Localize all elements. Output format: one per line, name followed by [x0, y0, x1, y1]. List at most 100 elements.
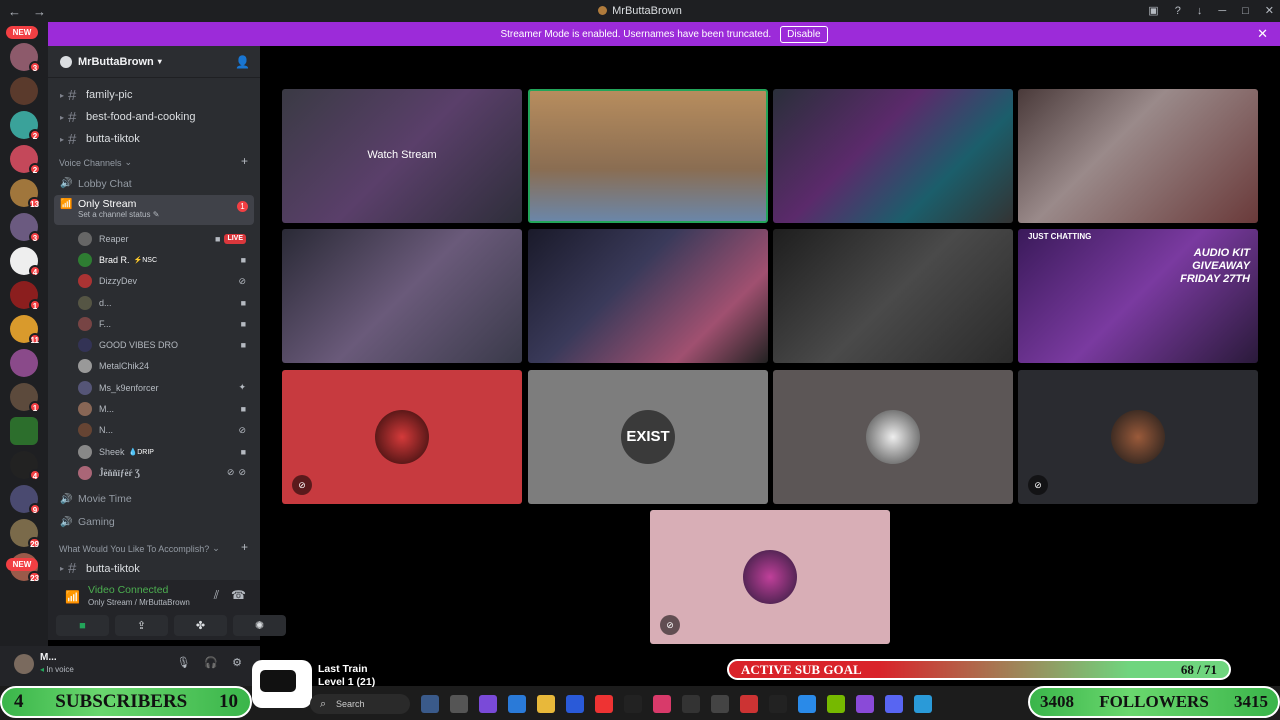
channel-butta-tiktok-2[interactable]: ▸ # butta-tiktok: [48, 558, 260, 580]
microphone-icon[interactable]: 🎙: [176, 656, 190, 669]
inbox-icon[interactable]: ▣: [1148, 0, 1158, 22]
voice-user[interactable]: MetalChik24: [48, 356, 260, 377]
back-icon[interactable]: ←: [8, 4, 21, 19]
voice-user[interactable]: GOOD VIBES DRO ■: [48, 334, 260, 355]
voice-user[interactable]: d... ■: [48, 292, 260, 313]
voice-user[interactable]: Sheek 💧DRIP ■: [48, 441, 260, 462]
video-tile[interactable]: [282, 229, 522, 363]
disconnect-icon[interactable]: ☎: [231, 588, 246, 603]
server-icon[interactable]: 11: [10, 315, 41, 345]
server-icon[interactable]: 9: [10, 485, 41, 515]
video-tile[interactable]: [773, 89, 1013, 223]
server-header[interactable]: MrButtaBrown ▾ 👤: [48, 46, 260, 78]
close-window-icon[interactable]: ✕: [1265, 0, 1274, 22]
voice-user[interactable]: F... ■: [48, 313, 260, 334]
voice-category[interactable]: Voice Channels ⌄ +: [48, 150, 260, 172]
voice-user[interactable]: Ĵĕňňīƒĕŕ Ʒ ⊘ ⊘: [48, 462, 260, 483]
voice-channel-only-stream[interactable]: 📶 Only Stream Set a channel status ✎ 1: [54, 195, 254, 225]
category-accomplish[interactable]: What Would You Like To Accomplish? ⌄ +: [48, 536, 260, 558]
widget-icon[interactable]: [421, 695, 439, 713]
video-tile[interactable]: [528, 89, 768, 223]
avatar[interactable]: [14, 654, 34, 674]
watch-stream-label[interactable]: Watch Stream: [282, 149, 522, 161]
capcut-icon[interactable]: [769, 695, 787, 713]
avatar-tile[interactable]: EXIST: [528, 370, 768, 504]
store-icon[interactable]: [566, 695, 584, 713]
voice-user[interactable]: DizzyDev ⊘: [48, 271, 260, 292]
copilot-icon[interactable]: [479, 695, 497, 713]
taskbar-search[interactable]: Search: [310, 694, 410, 714]
youtube-icon[interactable]: [595, 695, 613, 713]
voice-channel-gaming[interactable]: 🔊 Gaming: [48, 511, 260, 534]
server-icon[interactable]: [10, 77, 38, 105]
disable-streamer-mode-button[interactable]: Disable: [780, 25, 828, 43]
video-tile[interactable]: JUST CHATTING AUDIO KIT GIVEAWAY FRIDAY …: [1018, 229, 1258, 363]
stream-tile[interactable]: Watch Stream: [282, 89, 522, 223]
file-explorer-icon[interactable]: [537, 695, 555, 713]
help-icon[interactable]: ?: [1175, 0, 1181, 22]
app-icon[interactable]: [740, 695, 758, 713]
server-icon[interactable]: [10, 349, 38, 377]
terminal-icon[interactable]: [624, 695, 642, 713]
server-icon[interactable]: 4: [10, 451, 41, 481]
server-icon[interactable]: 2: [10, 145, 41, 175]
server-icon[interactable]: 4: [10, 247, 41, 277]
app-icon[interactable]: [508, 695, 526, 713]
camera-button[interactable]: ■: [56, 615, 109, 636]
voice-location[interactable]: Only Stream / MrButtaBrown: [88, 598, 190, 607]
tiktok-icon[interactable]: [653, 695, 671, 713]
new-pill-top[interactable]: NEW: [6, 26, 38, 39]
server-icon[interactable]: 2: [10, 111, 41, 141]
channel-butta-tiktok[interactable]: ▸ # butta-tiktok: [48, 128, 260, 150]
channel-best-food[interactable]: ▸ # best-food-and-cooking: [48, 106, 260, 128]
voice-user[interactable]: M... ■: [48, 398, 260, 419]
forward-icon[interactable]: →: [33, 4, 46, 19]
server-icon[interactable]: 1: [10, 281, 41, 311]
noise-suppression-icon[interactable]: ⫽: [214, 588, 219, 603]
server-icon[interactable]: 3: [10, 213, 41, 243]
invite-icon[interactable]: 👤: [235, 55, 250, 69]
server-icon[interactable]: 1: [10, 383, 41, 413]
voice-status[interactable]: Video Connected: [88, 584, 168, 596]
voice-channel-movie[interactable]: 🔊 Movie Time: [48, 488, 260, 511]
avatar-tile[interactable]: ⊘: [650, 510, 890, 644]
add-channel-icon[interactable]: +: [241, 540, 248, 554]
avatar-tile[interactable]: ⊘: [1018, 370, 1258, 504]
voice-user[interactable]: Ms_k9enforcer ✦: [48, 377, 260, 398]
add-channel-icon[interactable]: +: [241, 154, 248, 168]
user-panel-name[interactable]: M...: [40, 652, 57, 663]
video-tile[interactable]: [773, 229, 1013, 363]
maximize-icon[interactable]: □: [1242, 0, 1249, 22]
new-pill-bottom[interactable]: NEW: [6, 558, 38, 571]
voice-user[interactable]: N... ⊘: [48, 420, 260, 441]
server-icon[interactable]: 13: [10, 179, 41, 209]
task-view-icon[interactable]: [450, 695, 468, 713]
headphones-icon[interactable]: 🎧: [204, 656, 218, 669]
voice-channel-lobby[interactable]: 🔊 Lobby Chat: [48, 172, 260, 195]
server-icon[interactable]: 3: [10, 43, 41, 73]
avatar-tile[interactable]: ⊘: [282, 370, 522, 504]
channel-family-pic[interactable]: ▸ # family-pic: [48, 84, 260, 106]
download-icon[interactable]: ↓: [1197, 0, 1203, 22]
activities-button[interactable]: ✤: [174, 615, 227, 636]
soundboard-button[interactable]: ✺: [233, 615, 286, 636]
nvidia-icon[interactable]: [827, 695, 845, 713]
discord-icon[interactable]: [885, 695, 903, 713]
edge-icon[interactable]: [798, 695, 816, 713]
banner-close-icon[interactable]: ✕: [1257, 26, 1268, 42]
voice-user[interactable]: Brad R. ⚡NSC ■: [48, 249, 260, 270]
video-tile[interactable]: [528, 229, 768, 363]
game-icon[interactable]: [711, 695, 729, 713]
server-icon[interactable]: [10, 417, 38, 445]
browser-icon[interactable]: [914, 695, 932, 713]
minimize-icon[interactable]: ─: [1218, 0, 1226, 22]
avatar-tile[interactable]: [773, 370, 1013, 504]
server-icon[interactable]: 29: [10, 519, 41, 549]
video-tile[interactable]: [1018, 89, 1258, 223]
app-icon[interactable]: [856, 695, 874, 713]
screen-share-button[interactable]: ⇪: [115, 615, 168, 636]
obs-icon[interactable]: [682, 695, 700, 713]
channel-status[interactable]: Set a channel status ✎: [78, 210, 159, 219]
signal-icon[interactable]: 📶: [65, 590, 80, 604]
voice-user[interactable]: Reaper ■ LIVE: [48, 228, 260, 249]
